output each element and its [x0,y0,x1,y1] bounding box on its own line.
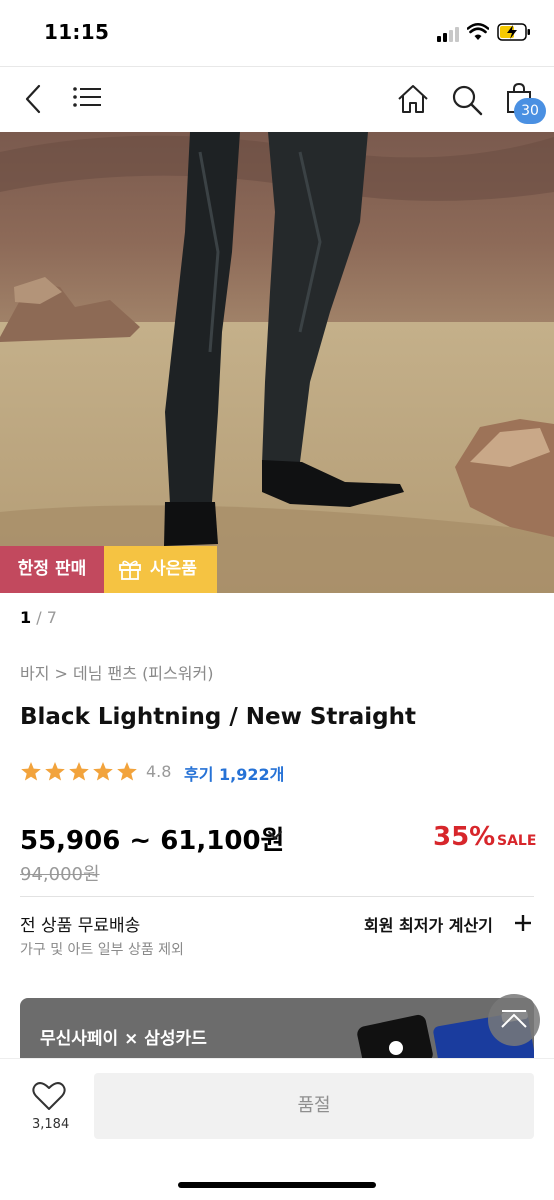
payment-promo-banner[interactable]: 무신사페이 × 삼성카드 [20,998,534,1060]
back-arrow-icon[interactable] [22,84,44,114]
limited-sale-badge: 한정 판매 [0,546,104,593]
cellular-signal-icon [437,26,463,42]
rating-value: 4.8 [146,762,172,781]
pager-total: 7 [46,608,57,627]
like-count: 3,184 [32,1117,70,1132]
status-bar: 11:15 [0,0,554,66]
cart-count-badge[interactable]: 30 [514,98,546,124]
discount-rate: 35% [433,822,496,852]
menu-icon[interactable] [72,86,102,112]
search-icon[interactable] [451,84,483,116]
member-price-calculator-button[interactable]: 회원 최저가 계산기 [364,912,493,936]
product-title: Black Lightning / New Straight [20,704,416,730]
product-photo [0,132,554,593]
star-rating-icon [21,762,137,781]
arrow-up-icon [501,1010,527,1028]
original-price: 94,000원 [20,864,100,885]
gift-badge-label: 사은품 [150,559,197,579]
category-breadcrumb[interactable]: 바지 > 데님 팬츠 (피스워커) [20,660,213,684]
divider [20,896,534,897]
plus-icon[interactable] [513,913,533,933]
scroll-to-top-button[interactable] [488,994,540,1046]
clock: 11:15 [44,20,110,44]
promo-title: 무신사페이 × 삼성카드 [40,1029,207,1049]
home-icon[interactable] [397,83,429,115]
home-indicator [178,1182,376,1188]
battery-charging-icon [497,23,530,41]
wifi-icon [467,23,489,40]
pager-current: 1 [20,608,32,627]
soldout-button[interactable]: 품절 [94,1073,534,1139]
shipping-subtitle: 가구 및 아트 일부 상품 제외 [20,942,184,958]
price-range[interactable]: 55,906 ~ 61,100원 [20,820,284,857]
image-pager: 1 / 7 [20,608,57,627]
gift-icon [119,560,141,580]
heart-icon[interactable] [32,1081,66,1111]
pager-separator: / [36,608,42,627]
review-count-link[interactable]: 후기 1,922개 [184,761,284,785]
product-image-carousel[interactable] [0,132,554,593]
chevron-down-icon[interactable] [266,826,284,844]
sale-label: SALE [497,833,537,849]
shipping-title: 전 상품 무료배송 [20,916,141,936]
